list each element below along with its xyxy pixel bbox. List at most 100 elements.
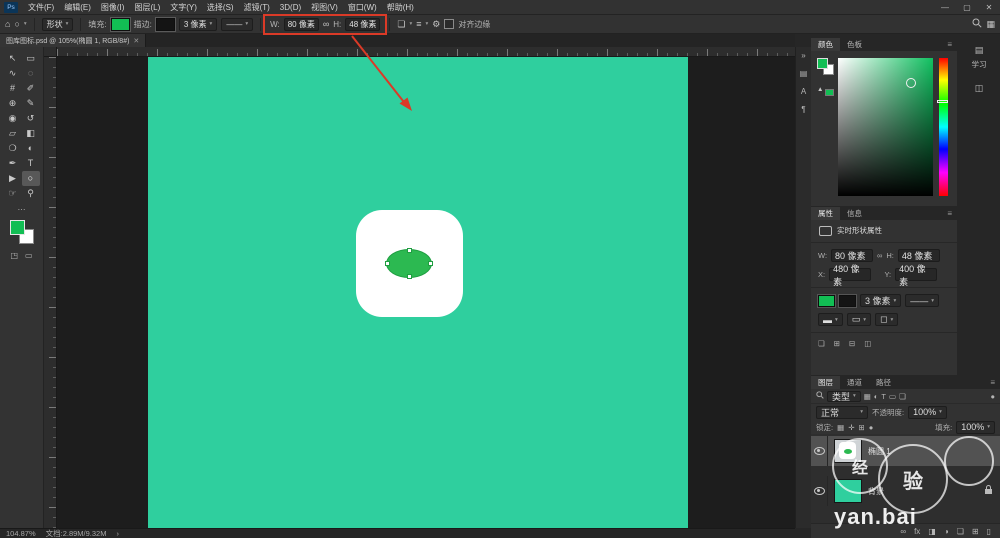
opacity-select[interactable]: 100% ▾	[908, 406, 947, 419]
collapse-panels-icon[interactable]: »	[801, 51, 805, 60]
tab-paths[interactable]: 路径	[869, 376, 898, 389]
layer-row-ellipse[interactable]: 椭圆 1	[811, 436, 1000, 466]
layer-thumbnail[interactable]	[834, 439, 862, 463]
stroke-width-select[interactable]: 3 像素 ▾	[860, 294, 901, 307]
layer-row-background[interactable]: 背景	[811, 476, 1000, 506]
filter-shape-layers-icon[interactable]: ▭	[889, 392, 896, 401]
align-edges-checkbox[interactable]	[444, 19, 454, 29]
menu-select[interactable]: 选择(S)	[202, 2, 239, 13]
layer-style-icon[interactable]: fx	[914, 527, 920, 536]
lasso-tool[interactable]: ∿	[4, 66, 22, 81]
edit-toolbar-icon[interactable]: ⋯	[0, 205, 43, 214]
gradient-tool[interactable]: ◧	[22, 126, 40, 141]
menu-filter[interactable]: 滤镜(T)	[239, 2, 275, 13]
layer-mask-icon[interactable]: ◨	[928, 527, 936, 536]
filter-pixel-layers-icon[interactable]: ▦	[864, 392, 871, 401]
current-tool-icon[interactable]: ○	[14, 19, 19, 29]
path-alignment-icon[interactable]: ≡	[416, 19, 421, 29]
width-input[interactable]: 80 像素	[831, 249, 873, 262]
layer-group-icon[interactable]: ❏	[957, 527, 964, 536]
adjustment-layer-icon[interactable]: ◑	[944, 527, 949, 536]
marquee-tool[interactable]: ▭	[22, 51, 40, 66]
lock-position-icon[interactable]: ✛	[848, 423, 854, 432]
foreground-color-swatch[interactable]	[10, 220, 25, 235]
blur-tool[interactable]: ❍	[4, 141, 22, 156]
combine-shapes-icon[interactable]: ❏	[818, 339, 825, 348]
lock-artboard-icon[interactable]: ⊞	[858, 423, 864, 432]
anchor-point[interactable]	[407, 274, 412, 279]
lock-transparency-icon[interactable]: ▦	[837, 423, 844, 432]
menu-view[interactable]: 视图(V)	[306, 2, 343, 13]
workspace-switcher-icon[interactable]: ▦	[986, 19, 995, 30]
paragraph-panel-icon[interactable]: ¶	[801, 105, 805, 114]
tab-layers[interactable]: 图层	[811, 376, 840, 389]
layer-name[interactable]: 背景	[868, 486, 884, 497]
quick-select-tool[interactable]: ◌	[22, 66, 40, 81]
brush-tool[interactable]: ✎	[22, 96, 40, 111]
filter-adjustment-layers-icon[interactable]: ◐	[874, 392, 879, 401]
ellipse-shape[interactable]	[386, 249, 432, 278]
subtract-shape-icon[interactable]: ⊟	[849, 339, 855, 348]
tool-mode-select[interactable]: 形状 ▾	[42, 18, 74, 31]
stroke-width-select[interactable]: 3 像素 ▾	[179, 18, 217, 31]
stroke-align-select[interactable]: ▬ ▾	[818, 313, 843, 326]
layer-thumbnail[interactable]	[834, 479, 862, 503]
healing-brush-tool[interactable]: ⊕	[4, 96, 22, 111]
history-brush-tool[interactable]: ↺	[22, 111, 40, 126]
layer-name[interactable]: 椭圆 1	[868, 446, 891, 457]
foreground-color-swatch[interactable]	[817, 58, 828, 69]
stroke-style-select[interactable]: —— ▾	[905, 294, 939, 307]
new-shape-layer-icon[interactable]: ⊞	[834, 339, 840, 348]
rounded-square-shape[interactable]	[356, 210, 463, 317]
layer-visibility-icon[interactable]	[814, 487, 825, 495]
tab-swatches[interactable]: 色板	[840, 38, 869, 51]
tab-properties[interactable]: 属性	[811, 207, 840, 220]
lock-all-icon[interactable]: ●	[869, 423, 874, 432]
anchor-point[interactable]	[428, 261, 433, 266]
document-canvas[interactable]	[148, 57, 688, 528]
panel-menu-icon[interactable]: ≡	[942, 38, 957, 51]
dodge-tool[interactable]: ◐	[22, 141, 40, 156]
move-tool[interactable]: ↖	[4, 51, 22, 66]
hand-tool[interactable]: ☞	[4, 186, 22, 201]
fill-color-swatch[interactable]	[111, 18, 130, 31]
layer-visibility-icon[interactable]	[814, 447, 825, 455]
quick-mask-icon[interactable]: ◳	[10, 251, 18, 260]
blend-mode-select[interactable]: 正常 ▾	[816, 406, 868, 419]
menu-edit[interactable]: 编辑(E)	[59, 2, 96, 13]
hue-slider[interactable]	[939, 58, 948, 196]
menu-image[interactable]: 图像(I)	[96, 2, 130, 13]
panel-menu-icon[interactable]: ≡	[942, 207, 957, 220]
screen-mode-icon[interactable]: ▭	[25, 251, 33, 260]
tab-info[interactable]: 信息	[840, 207, 869, 220]
intersect-shape-icon[interactable]: ◫	[864, 339, 871, 348]
filter-toggle-icon[interactable]: ●	[990, 392, 995, 401]
menu-file[interactable]: 文件(F)	[23, 2, 59, 13]
stroke-color-swatch[interactable]	[839, 295, 856, 307]
learn-panel-icon[interactable]: ▤	[975, 45, 984, 56]
height-input[interactable]: 48 像素	[898, 249, 940, 262]
path-select-tool[interactable]: ▶	[4, 171, 22, 186]
saturation-brightness-picker[interactable]	[838, 58, 933, 196]
menu-type[interactable]: 文字(Y)	[165, 2, 202, 13]
clone-stamp-tool[interactable]: ◉	[4, 111, 22, 126]
x-input[interactable]: 480 像素	[829, 268, 871, 281]
layer-filter-select[interactable]: 类型 ▾	[827, 391, 861, 402]
minimize-button[interactable]: —	[934, 3, 956, 12]
menu-window[interactable]: 窗口(W)	[343, 2, 382, 13]
stroke-color-swatch[interactable]	[156, 18, 175, 31]
panel-menu-icon[interactable]: ≡	[985, 376, 1000, 389]
crop-tool[interactable]: #	[4, 81, 22, 96]
path-operations-icon[interactable]: ❏	[397, 19, 405, 30]
new-layer-icon[interactable]: ⊞	[972, 527, 979, 536]
eraser-tool[interactable]: ▱	[4, 126, 22, 141]
zoom-level-field[interactable]: 104.87%	[6, 529, 36, 538]
close-button[interactable]: ✕	[978, 3, 1000, 12]
stroke-caps-select[interactable]: ▭ ▾	[847, 313, 871, 326]
gear-icon[interactable]: ⚙	[432, 19, 440, 30]
learn-panel-label[interactable]: 学习	[972, 59, 987, 70]
anchor-point[interactable]	[385, 261, 390, 266]
status-chevron-icon[interactable]: ›	[116, 529, 119, 538]
stroke-corners-select[interactable]: ◻ ▾	[875, 313, 898, 326]
close-tab-icon[interactable]: ✕	[133, 37, 139, 45]
